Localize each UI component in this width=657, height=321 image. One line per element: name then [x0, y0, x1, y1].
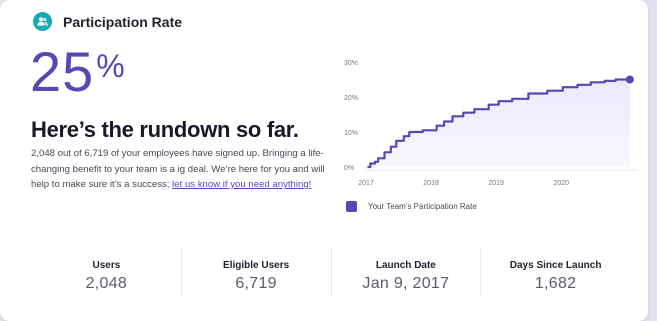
- x-tick-label: 2019: [488, 180, 504, 187]
- stat-value: 2,048: [85, 275, 128, 292]
- stats-row: Users 2,048 Eligible Users 6,719 Launch …: [32, 248, 630, 296]
- x-tick-label: 2018: [423, 180, 439, 187]
- stat-users: Users 2,048: [32, 248, 181, 296]
- percent-value: 25: [30, 40, 95, 103]
- summary-text: 2,048 out of 6,719 of your employees hav…: [31, 146, 339, 193]
- users-icon: [33, 12, 52, 31]
- stat-value: Jan 9, 2017: [362, 275, 450, 292]
- stat-launch-date: Launch Date Jan 9, 2017: [330, 248, 481, 296]
- x-tick-label: 2017: [358, 180, 374, 187]
- stat-label: Days Since Launch: [509, 260, 602, 271]
- legend-label: Your Team’s Participation Rate: [368, 202, 477, 211]
- card-header: Participation Rate: [33, 12, 182, 31]
- headline: Here’s the rundown so far.: [31, 117, 299, 142]
- series-area: [367, 79, 630, 167]
- chart-legend: Your Team’s Participation Rate: [346, 201, 477, 212]
- participation-percent: 25 %: [30, 44, 125, 100]
- y-tick-label: 10%: [344, 130, 358, 137]
- stat-label: Users: [92, 260, 121, 271]
- series-endpoint[interactable]: [625, 75, 634, 84]
- stat-value: 6,719: [235, 275, 277, 292]
- y-tick-label: 30%: [344, 60, 358, 67]
- y-tick-label: 0%: [344, 165, 354, 172]
- card-title: Participation Rate: [63, 13, 183, 30]
- x-tick-label: 2020: [553, 180, 569, 187]
- participation-chart: 0% 10% 20% 30% 2017 2018 2019 2020: [344, 60, 637, 187]
- stat-label: Eligible Users: [223, 260, 290, 271]
- y-tick-label: 20%: [344, 95, 358, 102]
- participation-rate-card: Participation Rate 25 % Here’s the rundo…: [0, 0, 648, 321]
- stat-value: 1,682: [534, 275, 577, 292]
- stat-label: Launch Date: [375, 260, 436, 271]
- percent-sign: %: [96, 48, 125, 84]
- legend-swatch: [346, 201, 357, 212]
- stat-eligible-users: Eligible Users 6,719: [180, 248, 331, 296]
- stat-days-since-launch: Days Since Launch 1,682: [480, 248, 630, 296]
- contact-link[interactable]: let us know if you need anything!: [172, 179, 311, 190]
